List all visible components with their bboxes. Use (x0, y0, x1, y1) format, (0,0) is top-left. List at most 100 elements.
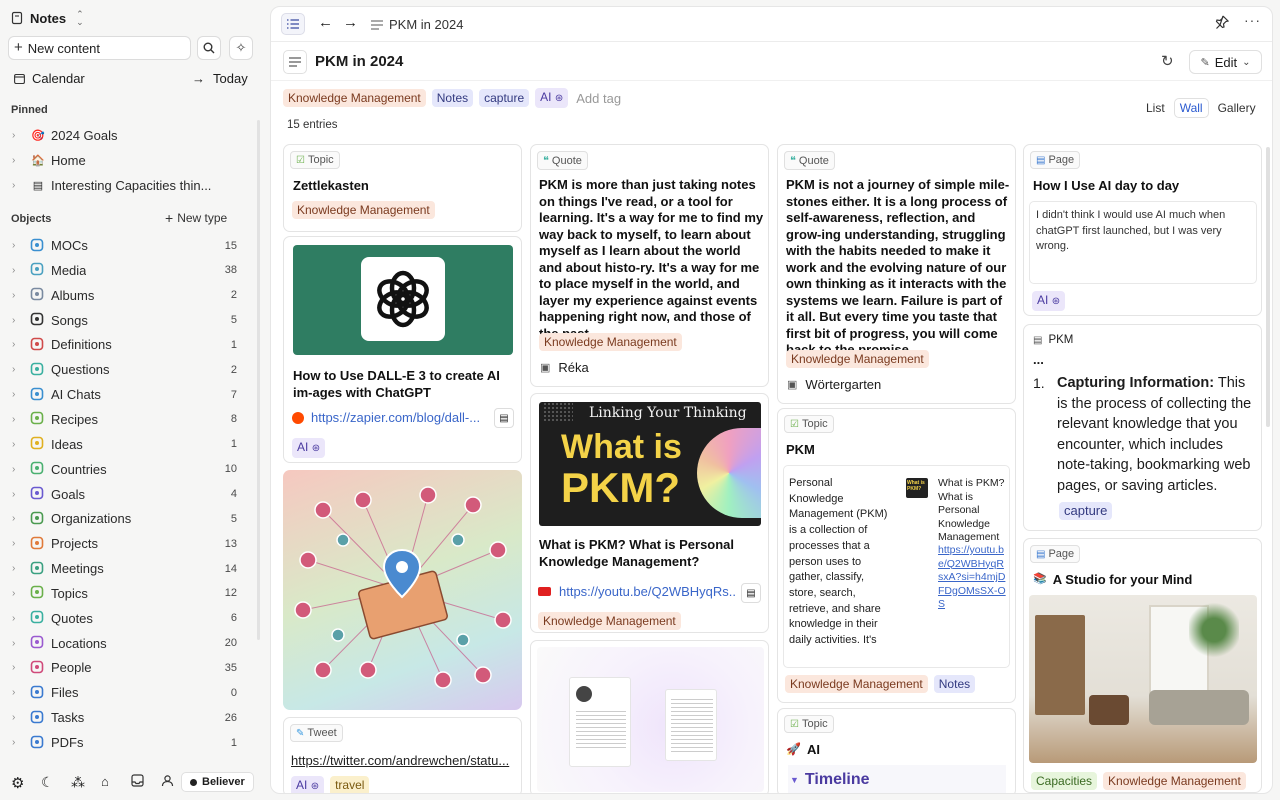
card-tag-ai[interactable]: AI ⊛ (1032, 291, 1066, 311)
object-type-item[interactable]: › Meetings 14 (0, 556, 262, 581)
chevron-right-icon[interactable]: › (12, 588, 26, 599)
card-topic-pkm[interactable]: ☑ Topic PKM Personal Knowledge Management… (777, 408, 1016, 703)
card-dalle[interactable]: How to Use DALL-E 3 to create AI im-ages… (283, 236, 522, 463)
object-type-item[interactable]: › Media 38 (0, 258, 262, 283)
main-scrollbar[interactable] (1266, 147, 1270, 427)
chevron-right-icon[interactable]: › (12, 464, 26, 475)
card-link[interactable]: https://zapier.com/blog/dall-... (292, 410, 487, 425)
card-tag[interactable]: Knowledge Management (539, 333, 682, 351)
settings-icon[interactable]: ⚙ (11, 774, 24, 792)
pin-icon[interactable] (1215, 15, 1229, 29)
chevron-right-icon[interactable]: › (12, 364, 26, 375)
edit-button[interactable]: ✎ Edit ⌄ (1189, 50, 1262, 74)
add-tag-button[interactable]: Add tag (576, 91, 621, 106)
card-quote-wortergarten[interactable]: ❝ Quote PKM is not a journey of simple mi… (777, 144, 1016, 404)
tag-capture[interactable]: capture (479, 89, 530, 107)
plan-badge[interactable]: Believer (181, 772, 254, 792)
user-icon[interactable] (161, 774, 174, 787)
object-type-item[interactable]: › Albums 2 (0, 283, 262, 308)
copy-icon[interactable]: ▤ (741, 583, 761, 603)
network-illustration-image[interactable] (283, 470, 522, 710)
object-type-item[interactable]: › Quotes 6 (0, 606, 262, 631)
object-type-item[interactable]: › Projects 13 (0, 531, 262, 556)
object-type-item[interactable]: › AI Chats 7 (0, 382, 262, 407)
view-wall[interactable]: Wall (1173, 98, 1209, 118)
tag-knowledge-management[interactable]: Knowledge Management (283, 89, 426, 107)
object-type-item[interactable]: › MOCs 15 (0, 233, 262, 258)
ai-assistant-button[interactable]: ✧ (229, 36, 253, 60)
object-type-item[interactable]: › People 35 (0, 655, 262, 680)
chevron-right-icon[interactable]: › (12, 155, 26, 166)
card-tag-ai[interactable]: AI ⊛ (291, 776, 325, 793)
block-source[interactable]: ▤ PKM (1033, 334, 1073, 346)
chevron-right-icon[interactable]: › (12, 265, 26, 276)
calendar-link[interactable]: Calendar (14, 69, 85, 87)
pinned-item[interactable]: › ▤ Interesting Capacities thin... (0, 173, 262, 198)
collection-type-button[interactable] (283, 50, 307, 74)
new-type-button[interactable]: + New type (165, 211, 227, 225)
timeline-header[interactable]: ▼ Timeline (788, 765, 1006, 793)
view-gallery[interactable]: Gallery (1213, 99, 1261, 117)
tag-notes[interactable]: Notes (431, 89, 474, 107)
new-content-button[interactable]: + New content (8, 36, 191, 60)
chevron-right-icon[interactable]: › (12, 290, 26, 301)
card-tag[interactable]: Knowledge Management (292, 201, 435, 219)
chevron-right-icon[interactable]: › (12, 638, 26, 649)
chevron-right-icon[interactable]: › (12, 240, 26, 251)
pinned-item[interactable]: › 🏠 Home (0, 148, 262, 173)
quote-author[interactable]: ▣ Réka (540, 360, 589, 375)
card-tag-ai[interactable]: AI ⊛ (292, 438, 326, 458)
object-type-item[interactable]: › Topics 12 (0, 581, 262, 606)
chevron-right-icon[interactable]: › (12, 439, 26, 450)
copy-icon[interactable]: ▤ (494, 408, 514, 428)
card-screenshot[interactable] (530, 640, 769, 793)
pinned-item[interactable]: › 🎯 2024 Goals (0, 123, 262, 148)
chevron-right-icon[interactable]: › (12, 414, 26, 425)
object-type-item[interactable]: › Countries 10 (0, 457, 262, 482)
today-link[interactable]: → Today (192, 69, 248, 87)
card-tag-notes[interactable]: Notes (933, 675, 976, 693)
card-topic-ai[interactable]: ☑ Topic 🚀 AI ▼ Timeline (777, 708, 1016, 793)
card-tweet[interactable]: ✎ Tweet https://twitter.com/andrewchen/st… (283, 717, 522, 793)
card-tag-capacities[interactable]: Capacities (1031, 772, 1098, 790)
chevron-right-icon[interactable]: › (12, 339, 26, 350)
object-type-item[interactable]: › Recipes 8 (0, 407, 262, 432)
moon-icon[interactable]: ☾ (41, 774, 54, 791)
object-type-item[interactable]: › Definitions 1 (0, 332, 262, 357)
chevron-right-icon[interactable]: › (12, 563, 26, 574)
object-type-item[interactable]: › Locations 20 (0, 631, 262, 656)
chevron-right-icon[interactable]: › (12, 315, 26, 326)
workspace-switcher[interactable]: Notes ⌃ ⌄ (10, 8, 84, 28)
object-type-item[interactable]: › Files 0 (0, 680, 262, 705)
toggle-sidebar-button[interactable] (281, 13, 305, 35)
chevron-right-icon[interactable]: › (12, 737, 26, 748)
card-zettlekasten[interactable]: ☑ Topic Zettlekasten Knowledge Management (283, 144, 522, 232)
card-tag-travel[interactable]: travel (330, 776, 370, 793)
chevron-right-icon[interactable]: › (12, 513, 26, 524)
back-arrow-icon[interactable]: ← (318, 14, 333, 31)
sparkles-icon[interactable]: ⁂ (71, 774, 85, 791)
quote-author[interactable]: ▣ Wörtergarten (787, 377, 881, 392)
ref-link[interactable]: https://youtu.be/Q2WBHyqRsxA?si=h4mjDFDg… (938, 544, 1006, 612)
object-type-item[interactable]: › PDFs 1 (0, 730, 262, 755)
card-quote-reka[interactable]: ❝ Quote PKM is more than just taking note… (530, 144, 769, 387)
object-type-item[interactable]: › Tasks 26 (0, 705, 262, 730)
object-type-item[interactable]: › Goals 4 (0, 482, 262, 507)
chevron-right-icon[interactable]: › (12, 389, 26, 400)
chevron-right-icon[interactable]: › (12, 662, 26, 673)
chevron-right-icon[interactable]: › (12, 687, 26, 698)
chevron-right-icon[interactable]: › (12, 712, 26, 723)
ref-title[interactable]: What is PKM? What is Personal Knowledge … (938, 477, 1008, 545)
graduation-icon[interactable]: ⌂ (101, 774, 109, 789)
card-tag-km[interactable]: Knowledge Management (785, 675, 928, 693)
card-link[interactable]: https://youtu.be/Q2WBHyqRs... (538, 584, 736, 599)
search-button[interactable] (197, 36, 221, 60)
forward-arrow-icon[interactable]: → (343, 14, 358, 31)
page-title[interactable]: PKM in 2024 (315, 53, 403, 70)
chevron-right-icon[interactable]: › (12, 613, 26, 624)
refresh-icon[interactable]: ↻ (1161, 52, 1174, 70)
breadcrumb[interactable]: PKM in 2024 (371, 17, 463, 32)
card-tag-km[interactable]: Knowledge Management (1103, 772, 1246, 790)
card-page-studio[interactable]: ▤ Page 📚 A Studio for your Mind Capacities… (1023, 538, 1262, 793)
chevron-right-icon[interactable]: › (12, 538, 26, 549)
